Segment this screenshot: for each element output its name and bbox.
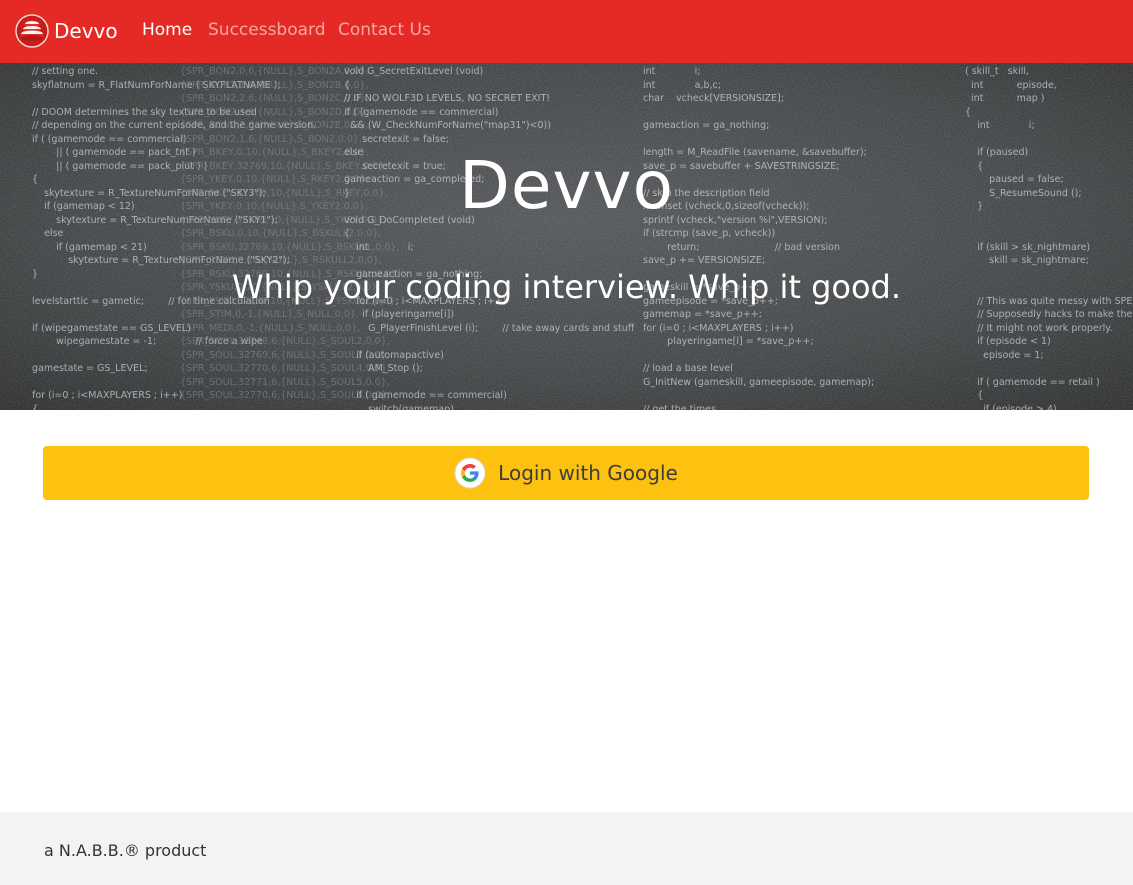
top-navbar: Devvo Home Successboard Contact Us <box>0 0 1133 63</box>
footer-text: a N.A.B.B.® product <box>44 841 207 860</box>
hero-tagline: Whip your coding interview. Whip it good… <box>231 268 902 306</box>
login-with-google-button[interactable]: Login with Google <box>43 446 1089 500</box>
code-column-5: ( skill_t skill, int episode, int map ) … <box>965 66 1133 410</box>
code-column-3: void G_SecretExitLevel (void) { // IF NO… <box>344 66 635 410</box>
brand[interactable]: Devvo <box>15 14 118 48</box>
brand-name: Devvo <box>54 19 118 43</box>
brand-logo-icon <box>15 14 49 48</box>
hero-banner: // setting one. skyflatnum = R_FlatNumFo… <box>0 63 1133 410</box>
hero-title: Devvo <box>459 147 674 224</box>
nav-link-contact-us[interactable]: Contact Us <box>338 20 431 40</box>
login-button-label: Login with Google <box>498 461 678 485</box>
footer: a N.A.B.B.® product <box>0 812 1133 885</box>
nav-link-successboard[interactable]: Successboard <box>208 20 326 40</box>
code-column-4: int i; int a,b,c; char vcheck[VERSIONSIZ… <box>643 66 875 410</box>
google-icon <box>454 457 486 489</box>
nav-link-home[interactable]: Home <box>142 20 192 40</box>
